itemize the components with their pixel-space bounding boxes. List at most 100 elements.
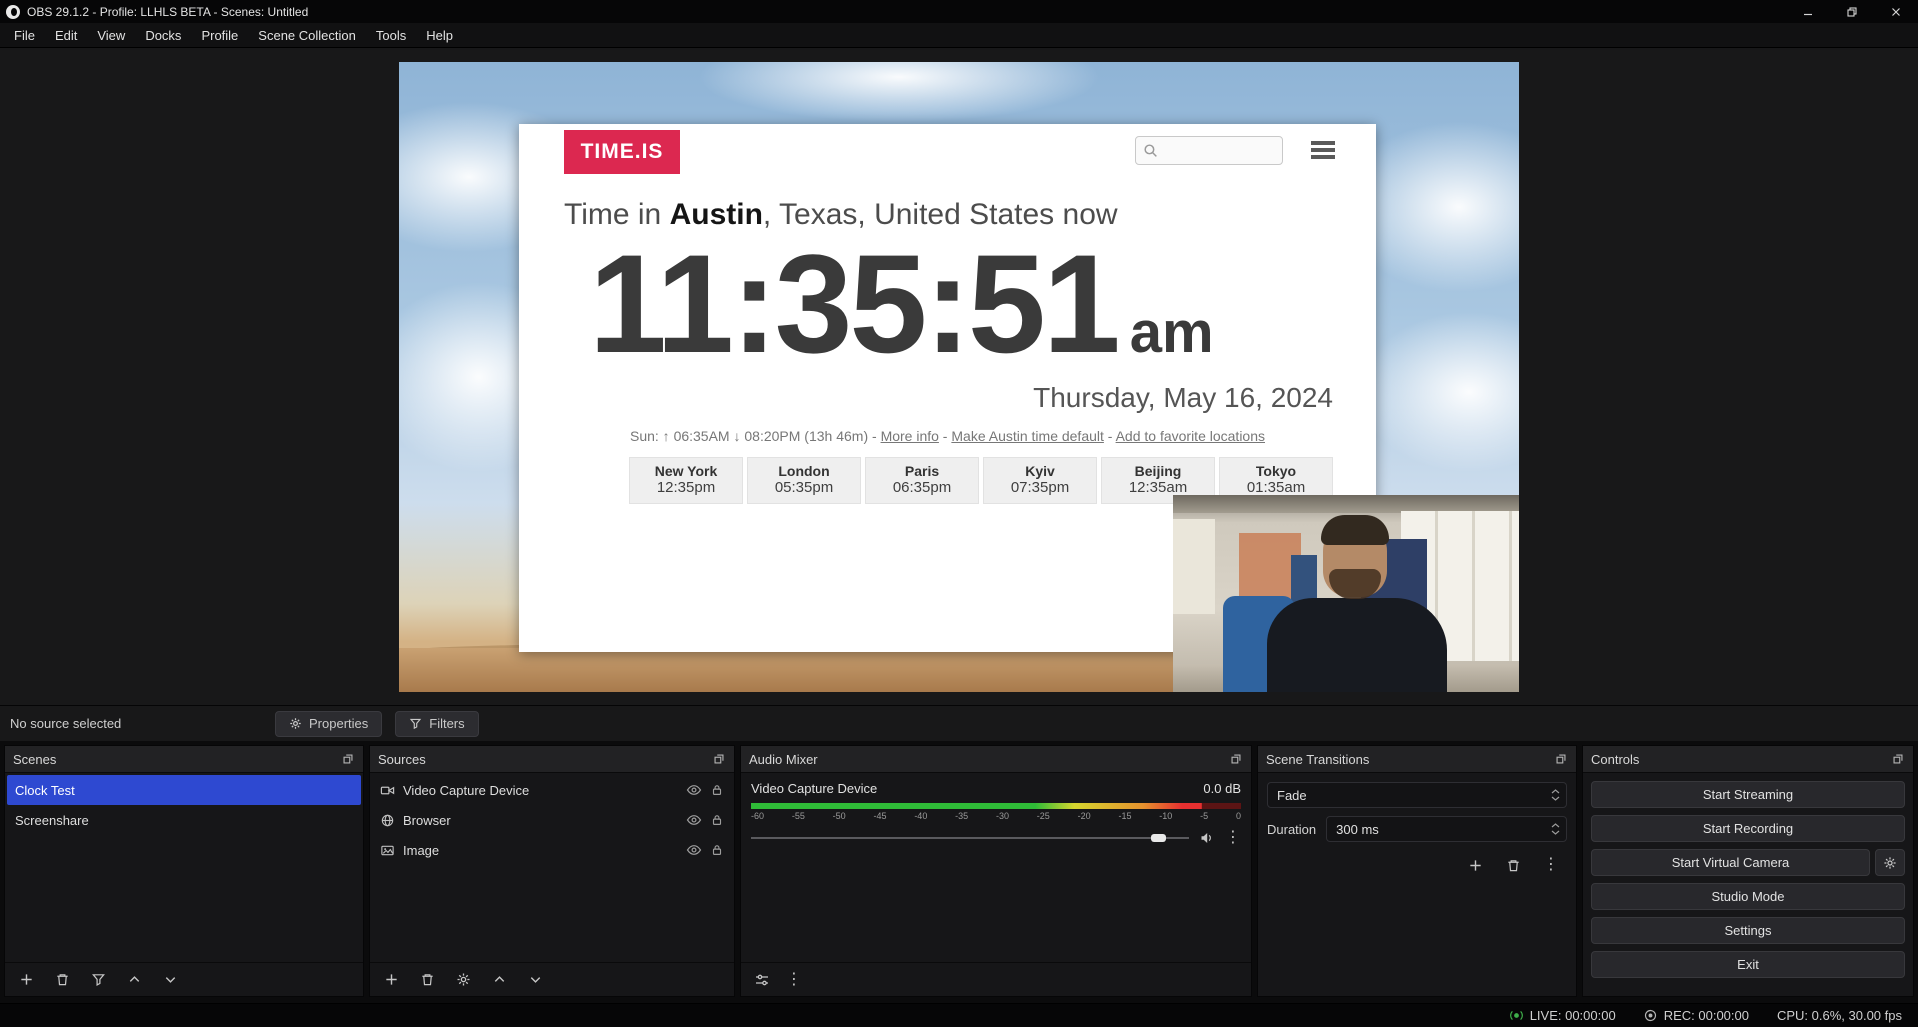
webcam-window bbox=[1173, 519, 1215, 614]
cloud-shape bbox=[1359, 312, 1519, 472]
studio-mode-button[interactable]: Studio Mode bbox=[1591, 883, 1905, 910]
transition-options-button[interactable]: ⋮ bbox=[1539, 853, 1563, 877]
move-scene-down-button[interactable] bbox=[158, 968, 182, 992]
sources-dock-header[interactable]: Sources bbox=[370, 746, 734, 773]
timeis-header: TIME.IS bbox=[519, 124, 1376, 182]
dock-popout-icon[interactable] bbox=[1554, 752, 1568, 766]
virtual-camera-settings-button[interactable] bbox=[1875, 849, 1905, 876]
controls-dock-header[interactable]: Controls bbox=[1583, 746, 1913, 773]
volume-slider[interactable] bbox=[751, 831, 1189, 845]
dock-popout-icon[interactable] bbox=[712, 752, 726, 766]
visibility-eye-icon[interactable] bbox=[686, 782, 702, 798]
cloud-shape bbox=[699, 62, 1099, 122]
preview-area: TIME.IS Time in Austin, Texas, United St… bbox=[0, 48, 1918, 705]
source-item-video-capture[interactable]: Video Capture Device bbox=[372, 775, 732, 805]
person-torso bbox=[1267, 598, 1447, 692]
menu-scene-collection[interactable]: Scene Collection bbox=[248, 25, 366, 46]
remove-source-button[interactable] bbox=[415, 968, 439, 992]
scenes-dock: Scenes Clock Test Screenshare bbox=[4, 745, 364, 997]
menu-edit[interactable]: Edit bbox=[45, 25, 87, 46]
gear-icon bbox=[1883, 856, 1897, 870]
audio-mixer-dock-header[interactable]: Audio Mixer bbox=[741, 746, 1251, 773]
lock-icon[interactable] bbox=[710, 783, 724, 797]
start-streaming-button[interactable]: Start Streaming bbox=[1591, 781, 1905, 808]
remove-transition-button[interactable] bbox=[1501, 853, 1525, 877]
visibility-eye-icon[interactable] bbox=[686, 812, 702, 828]
controls-dock: Controls Start Streaming Start Recording… bbox=[1582, 745, 1914, 997]
timeis-logo: TIME.IS bbox=[564, 130, 680, 174]
start-recording-button[interactable]: Start Recording bbox=[1591, 815, 1905, 842]
city-box: New York12:35pm bbox=[629, 457, 743, 504]
city-box: London05:35pm bbox=[747, 457, 861, 504]
menu-tools[interactable]: Tools bbox=[366, 25, 416, 46]
restore-button[interactable] bbox=[1830, 0, 1874, 23]
volume-slider-handle[interactable] bbox=[1151, 834, 1166, 842]
source-properties-button[interactable] bbox=[451, 968, 475, 992]
audio-mixer-toolbar: ⋮ bbox=[741, 962, 1251, 996]
scenes-dock-header[interactable]: Scenes bbox=[5, 746, 363, 773]
spinner-arrows-icon[interactable] bbox=[1551, 823, 1562, 835]
duration-spinbox[interactable]: 300 ms bbox=[1326, 816, 1567, 842]
source-item-image[interactable]: Image bbox=[372, 835, 732, 865]
scene-filters-button[interactable] bbox=[86, 968, 110, 992]
scene-item-screenshare[interactable]: Screenshare bbox=[7, 805, 361, 835]
add-transition-button[interactable] bbox=[1463, 853, 1487, 877]
filter-funnel-icon bbox=[409, 717, 422, 730]
move-scene-up-button[interactable] bbox=[122, 968, 146, 992]
menu-help[interactable]: Help bbox=[416, 25, 463, 46]
lock-icon[interactable] bbox=[710, 813, 724, 827]
preview-canvas[interactable]: TIME.IS Time in Austin, Texas, United St… bbox=[399, 62, 1519, 692]
scene-transitions-dock-header[interactable]: Scene Transitions bbox=[1258, 746, 1576, 773]
date-display: Thursday, May 16, 2024 bbox=[519, 382, 1376, 414]
search-icon bbox=[1142, 142, 1159, 159]
channel-options-button[interactable]: ⋮ bbox=[1225, 830, 1241, 846]
dock-popout-icon[interactable] bbox=[341, 752, 355, 766]
remove-scene-button[interactable] bbox=[50, 968, 74, 992]
clock-ampm: am bbox=[1130, 304, 1214, 362]
more-info-link: More info bbox=[881, 428, 939, 444]
live-status: LIVE: 00:00:00 bbox=[1510, 1008, 1616, 1023]
visibility-eye-icon[interactable] bbox=[686, 842, 702, 858]
add-source-button[interactable] bbox=[379, 968, 403, 992]
menu-view[interactable]: View bbox=[87, 25, 135, 46]
start-virtual-camera-button[interactable]: Start Virtual Camera bbox=[1591, 849, 1870, 876]
scene-item-clock-test[interactable]: Clock Test bbox=[7, 775, 361, 805]
volume-meter-fill bbox=[751, 803, 1241, 809]
close-button[interactable] bbox=[1874, 0, 1918, 23]
transition-select[interactable]: Fade bbox=[1267, 782, 1567, 808]
menu-profile[interactable]: Profile bbox=[191, 25, 248, 46]
lock-icon[interactable] bbox=[710, 843, 724, 857]
volume-slider-track[interactable] bbox=[751, 837, 1189, 839]
exit-button[interactable]: Exit bbox=[1591, 951, 1905, 978]
dock-popout-icon[interactable] bbox=[1891, 752, 1905, 766]
scene-transitions-dock: Scene Transitions Fade bbox=[1257, 745, 1577, 997]
menu-file[interactable]: File bbox=[4, 25, 45, 46]
clock-digits: 11:35:51 bbox=[589, 234, 1118, 374]
meter-scale: -60-55-50-45-40-35-30-25-20-15-10-50 bbox=[751, 811, 1241, 821]
menu-docks[interactable]: Docks bbox=[135, 25, 191, 46]
source-toolbar: No source selected Properties Filters bbox=[0, 705, 1918, 741]
make-default-link: Make Austin time default bbox=[951, 428, 1104, 444]
audio-mixer-dock: Audio Mixer Video Capture Device 0.0 dB … bbox=[740, 745, 1252, 997]
mixer-options-button[interactable]: ⋮ bbox=[786, 972, 802, 988]
filters-button[interactable]: Filters bbox=[395, 711, 478, 737]
dock-popout-icon[interactable] bbox=[1229, 752, 1243, 766]
add-scene-button[interactable] bbox=[14, 968, 38, 992]
combo-arrows-icon[interactable] bbox=[1551, 789, 1562, 801]
menu-bar: File Edit View Docks Profile Scene Colle… bbox=[0, 23, 1918, 48]
advanced-audio-properties-button[interactable] bbox=[750, 968, 774, 992]
globe-icon bbox=[380, 813, 395, 828]
move-source-up-button[interactable] bbox=[487, 968, 511, 992]
speaker-icon[interactable] bbox=[1199, 830, 1215, 846]
gear-icon bbox=[289, 717, 302, 730]
mixer-channel: Video Capture Device 0.0 dB -60-55-50-45… bbox=[741, 773, 1251, 846]
move-source-down-button[interactable] bbox=[523, 968, 547, 992]
source-item-browser[interactable]: Browser bbox=[372, 805, 732, 835]
record-icon bbox=[1644, 1009, 1657, 1022]
minimize-button[interactable] bbox=[1786, 0, 1830, 23]
sources-toolbar bbox=[370, 962, 734, 996]
person-head bbox=[1323, 521, 1387, 597]
cpu-fps-stats: CPU: 0.6%, 30.00 fps bbox=[1777, 1008, 1902, 1023]
settings-button[interactable]: Settings bbox=[1591, 917, 1905, 944]
properties-button[interactable]: Properties bbox=[275, 711, 382, 737]
